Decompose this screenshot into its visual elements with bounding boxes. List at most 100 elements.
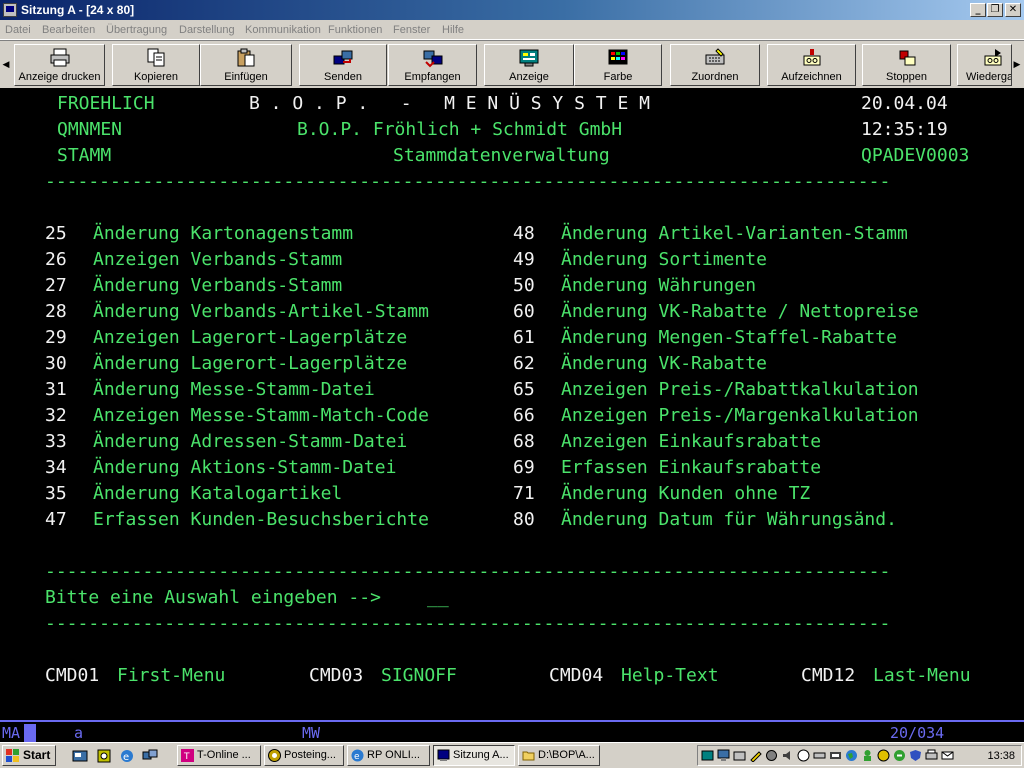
window-titlebar[interactable]: Sitzung A - [24 x 80] _ ❐ ✕ xyxy=(0,0,1024,20)
receive-button[interactable]: Empfangen xyxy=(388,44,477,86)
taskbar-task-posteingang[interactable]: Posteing... xyxy=(264,745,344,766)
status-indicator: MW xyxy=(302,724,321,742)
function-key-cmd04[interactable]: CMD04 xyxy=(549,665,603,687)
start-button[interactable]: Start xyxy=(2,745,56,766)
tray-tools-icon[interactable] xyxy=(765,749,778,762)
assign-keys-button[interactable]: Zuordnen xyxy=(670,44,760,86)
operator-info-area: MA a MW 20/034 xyxy=(0,720,1024,742)
menu-darstellung[interactable]: Darstellung xyxy=(179,23,235,37)
header-time: 12:35:19 xyxy=(861,119,948,140)
option-text: Änderung Datum für Währungsänd. xyxy=(561,509,897,530)
tray-pen-icon[interactable] xyxy=(749,749,762,762)
toolbar: ◀ Anzeige drucken Kopieren Einfügen Send… xyxy=(0,40,1024,88)
function-key-cmd01[interactable]: CMD01 xyxy=(45,665,99,687)
taskbar-task-sitzung-a[interactable]: Sitzung A... xyxy=(433,745,515,766)
terminal-session-icon xyxy=(437,749,450,761)
tray-globe-icon[interactable] xyxy=(845,749,858,762)
tray-antivirus-icon[interactable] xyxy=(877,749,890,762)
tray-messenger-icon[interactable] xyxy=(861,749,874,762)
tray-printer-icon[interactable] xyxy=(925,749,938,762)
send-icon xyxy=(333,50,353,65)
option-number: 30 xyxy=(45,353,67,374)
option-number: 34 xyxy=(45,457,67,478)
header-program: QMNMEN xyxy=(57,119,123,140)
copy-button[interactable]: Kopieren xyxy=(112,44,200,86)
stop-button[interactable]: Stoppen xyxy=(862,44,951,86)
send-label: Senden xyxy=(324,71,362,83)
receive-label: Empfangen xyxy=(404,71,461,83)
taskbar-task-rp-online[interactable]: e RP ONLI... xyxy=(347,745,430,766)
menu-uebertragung[interactable]: Übertragung xyxy=(106,23,167,37)
assign-keys-label: Zuordnen xyxy=(691,71,739,83)
t-online-icon: T xyxy=(181,749,194,762)
taskbar-task-t-online[interactable]: T T-Online ... xyxy=(177,745,261,766)
function-key-cmd12[interactable]: CMD12 xyxy=(801,665,855,687)
keyboard-icon xyxy=(705,48,725,65)
option-number: 47 xyxy=(45,509,67,530)
tray-computer-icon[interactable] xyxy=(733,749,746,762)
send-button[interactable]: Senden xyxy=(299,44,387,86)
toolbar-scroll-right-icon[interactable]: ▶ xyxy=(1012,47,1022,83)
show-desktop-icon[interactable] xyxy=(72,748,88,764)
function-key-label: Help-Text xyxy=(621,665,719,686)
option-text: Änderung VK-Rabatte xyxy=(561,353,767,374)
play-icon xyxy=(984,49,1002,66)
paste-button[interactable]: Einfügen xyxy=(200,44,292,86)
function-key-label: First-Menu xyxy=(117,665,226,686)
option-number: 65 xyxy=(513,379,535,400)
function-key-label: Last-Menu xyxy=(873,665,971,686)
option-text: Änderung Katalogartikel xyxy=(93,483,343,504)
tray-mail-icon[interactable] xyxy=(941,749,954,762)
menu-fenster[interactable]: Fenster xyxy=(393,23,430,37)
print-screen-button[interactable]: Anzeige drucken xyxy=(14,44,105,86)
menu-kommunikation[interactable]: Kommunikation xyxy=(245,23,321,37)
tray-keyboard-icon[interactable] xyxy=(829,749,842,762)
record-icon xyxy=(803,49,820,66)
option-number: 48 xyxy=(513,223,535,244)
restore-icon[interactable]: ❐ xyxy=(987,3,1003,17)
tray-clock-icon[interactable] xyxy=(797,749,810,762)
tray-update-icon[interactable] xyxy=(893,749,906,762)
quicklaunch-app-icon[interactable] xyxy=(96,748,112,764)
header-user: FROEHLICH xyxy=(57,93,155,114)
display-button[interactable]: Anzeige xyxy=(484,44,574,86)
separator-middle: ----------------------------------------… xyxy=(45,561,891,582)
toolbar-scroll-left-icon[interactable]: ◀ xyxy=(1,47,11,83)
function-key-cmd03[interactable]: CMD03 xyxy=(309,665,363,687)
option-text: Änderung Sortimente xyxy=(561,249,767,270)
internet-explorer-icon[interactable]: e xyxy=(119,748,135,764)
window-title: Sitzung A - [24 x 80] xyxy=(21,3,135,17)
tray-volume-icon[interactable] xyxy=(781,749,794,762)
minimize-icon[interactable]: _ xyxy=(970,3,986,17)
copy-label: Kopieren xyxy=(133,71,179,83)
option-text: Anzeigen Verbands-Stamm xyxy=(93,249,343,270)
option-number: 32 xyxy=(45,405,67,426)
playback-button[interactable]: Wiedergabe xyxy=(957,44,1012,86)
taskbar-clock[interactable]: 13:38 xyxy=(987,748,1015,764)
menu-bearbeiten[interactable]: Bearbeiten xyxy=(42,23,95,37)
svg-text:T: T xyxy=(183,752,190,762)
terminal-screen[interactable]: FROEHLICH B . O . P . - M E N Ü S Y S T … xyxy=(0,88,1024,720)
taskbar-task-folder[interactable]: D:\BOP\A... xyxy=(518,745,600,766)
header-company: B.O.P. Fröhlich + Schmidt GmbH xyxy=(297,119,623,140)
menu-datei[interactable]: Datei xyxy=(5,23,31,37)
option-number: 50 xyxy=(513,275,535,296)
option-text: Erfassen Einkaufsrabatte xyxy=(561,457,822,478)
option-number: 29 xyxy=(45,327,67,348)
tray-network-icon[interactable] xyxy=(701,749,714,762)
option-text: Änderung Adressen-Stamm-Datei xyxy=(93,431,408,452)
color-button[interactable]: Farbe xyxy=(574,44,662,86)
tray-connection-icon[interactable] xyxy=(813,749,826,762)
option-number: 71 xyxy=(513,483,535,504)
tray-shield-icon[interactable] xyxy=(909,749,922,762)
menu-funktionen[interactable]: Funktionen xyxy=(328,23,382,37)
selection-input[interactable]: __ xyxy=(427,587,449,609)
taskbar: Start e T T-Online ... Posteing... e RP … xyxy=(0,742,1024,768)
tray-monitor-icon[interactable] xyxy=(717,749,730,762)
status-session: a xyxy=(74,724,84,742)
menu-hilfe[interactable]: Hilfe xyxy=(442,23,464,37)
close-icon[interactable]: ✕ xyxy=(1005,3,1021,17)
record-button[interactable]: Aufzeichnen xyxy=(767,44,856,86)
app-icon[interactable] xyxy=(3,3,17,17)
quicklaunch-network-icon[interactable] xyxy=(142,748,158,764)
